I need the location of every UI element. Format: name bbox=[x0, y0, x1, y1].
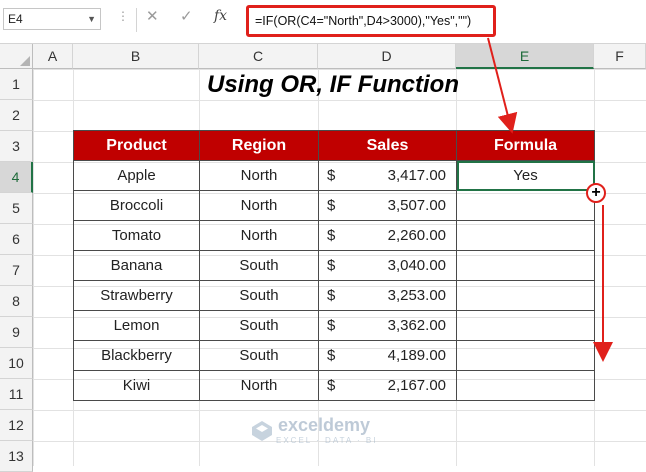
exceldemy-logo-icon bbox=[252, 421, 272, 441]
watermark: exceldemy EXCEL · DATA · BI bbox=[250, 416, 377, 446]
arrow-formula-to-cell bbox=[487, 37, 518, 134]
annotation-arrows bbox=[487, 37, 613, 362]
watermark-tagline: EXCEL · DATA · BI bbox=[276, 436, 378, 445]
watermark-name: exceldemy bbox=[278, 415, 371, 435]
